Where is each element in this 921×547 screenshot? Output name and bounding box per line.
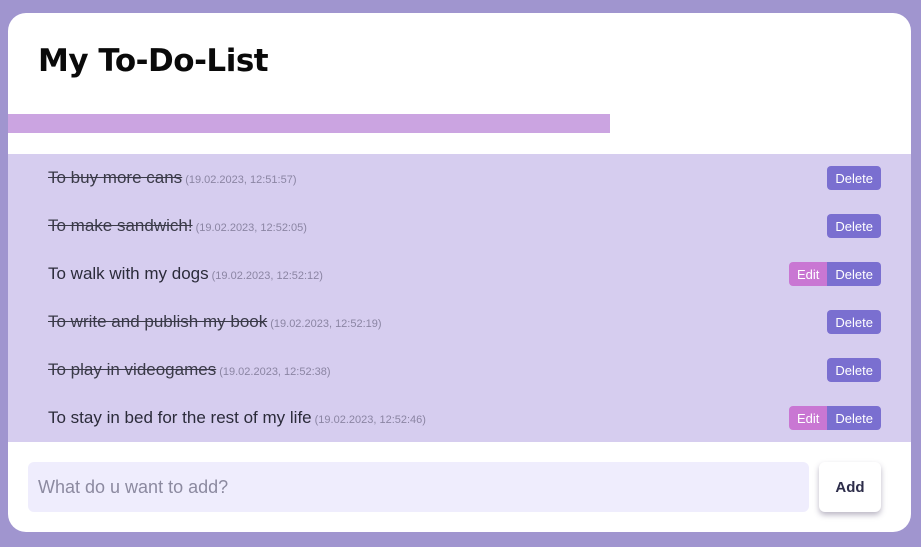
delete-button[interactable]: Delete [827,358,881,382]
todo-timestamp: (19.02.2023, 12:52:19) [270,317,382,330]
delete-button[interactable]: Delete [827,214,881,238]
todo-item: To write and publish my book (19.02.2023… [8,298,911,346]
delete-button[interactable]: Delete [827,166,881,190]
add-todo-form: Add [28,462,891,512]
delete-button[interactable]: Delete [827,262,881,286]
todo-item: To play in videogames (19.02.2023, 12:52… [8,346,911,394]
todo-timestamp: (19.02.2023, 12:52:05) [195,221,307,234]
todo-text[interactable]: To stay in bed for the rest of my life [48,408,312,428]
todo-text[interactable]: To buy more cans [48,168,182,188]
todo-card: My To-Do-List To buy more cans (19.02.20… [8,13,911,532]
todo-actions: Delete [827,166,881,190]
page-title: My To-Do-List [38,43,269,79]
todo-text[interactable]: To walk with my dogs [48,264,209,284]
todo-actions: Edit Delete [789,406,881,430]
todo-actions: Delete [827,358,881,382]
edit-button[interactable]: Edit [789,262,828,286]
todo-timestamp: (19.02.2023, 12:51:57) [185,173,297,186]
add-button[interactable]: Add [819,462,881,512]
delete-button[interactable]: Delete [827,310,881,334]
progress-bar [8,114,911,133]
edit-button[interactable]: Edit [789,406,828,430]
todo-text[interactable]: To make sandwich! [48,216,193,236]
todo-actions: Delete [827,214,881,238]
progress-fill [8,114,611,133]
todo-timestamp: (19.02.2023, 12:52:46) [314,413,426,426]
todo-item: To stay in bed for the rest of my life (… [8,394,911,442]
todo-timestamp: (19.02.2023, 12:52:12) [211,269,323,282]
todo-item: To buy more cans (19.02.2023, 12:51:57) … [8,154,911,202]
todo-actions: Delete [827,310,881,334]
todo-list: To buy more cans (19.02.2023, 12:51:57) … [8,154,911,442]
new-todo-input[interactable] [28,462,809,512]
todo-item: To walk with my dogs (19.02.2023, 12:52:… [8,250,911,298]
todo-timestamp: (19.02.2023, 12:52:38) [219,365,331,378]
todo-item: To make sandwich! (19.02.2023, 12:52:05)… [8,202,911,250]
todo-text[interactable]: To write and publish my book [48,312,267,332]
todo-text[interactable]: To play in videogames [48,360,216,380]
todo-actions: Edit Delete [789,262,881,286]
delete-button[interactable]: Delete [827,406,881,430]
